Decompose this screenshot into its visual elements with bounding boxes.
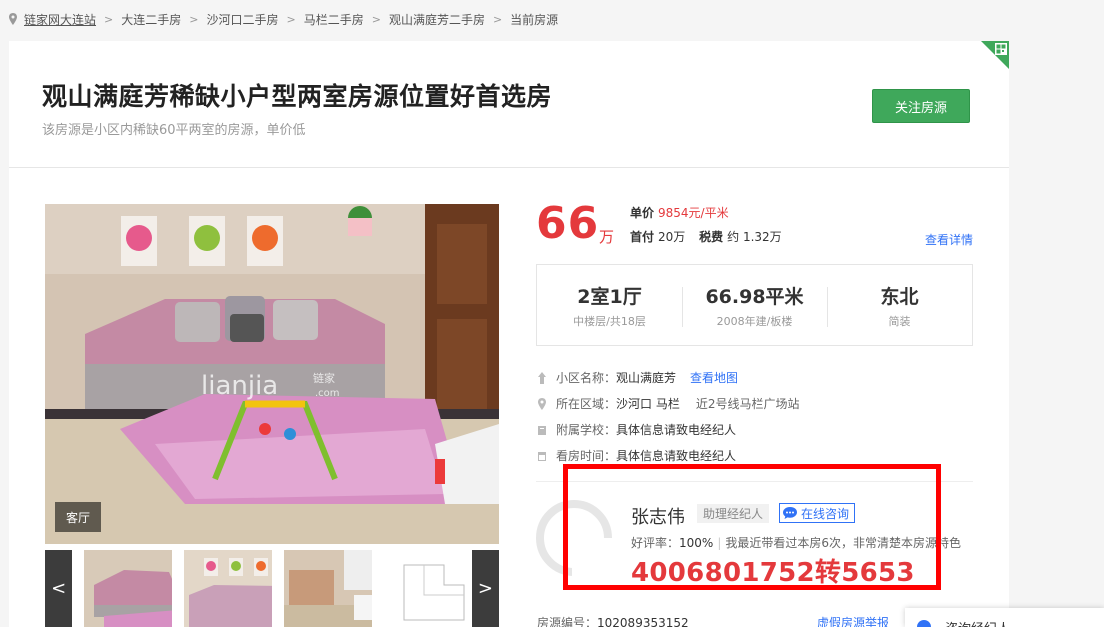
- thumbnail-item[interactable]: [383, 550, 472, 627]
- follow-listing-button[interactable]: 关注房源: [872, 89, 970, 123]
- location-icon: [538, 397, 546, 410]
- info-viewing-label: 看房时间：: [556, 449, 617, 463]
- location-pin-icon: [9, 13, 17, 25]
- breadcrumb-item-city[interactable]: 大连二手房: [121, 11, 181, 28]
- breadcrumb-item-area[interactable]: 马栏二手房: [304, 11, 364, 28]
- thumbnail-item[interactable]: [284, 550, 372, 627]
- thumbnail-next-button[interactable]: >: [471, 550, 500, 627]
- total-price: 66: [536, 198, 600, 249]
- stat-layout: 2室1厅 中楼层/共18层: [537, 265, 682, 345]
- watermark-url: .com: [315, 388, 340, 399]
- watermark-text-cn: 链家: [313, 371, 335, 385]
- unit-price-label: 单价: [630, 206, 655, 220]
- down-payment-value: 20万: [658, 230, 686, 244]
- info-community: 小区名称： 观山满庭芳 查看地图: [537, 369, 738, 386]
- watermark-text: lianjia: [201, 371, 278, 401]
- stat-area-detail: 2008年建/板楼: [716, 314, 793, 328]
- down-payment: 首付 20万 税费约 1.32万: [630, 228, 782, 245]
- stat-layout-detail: 中楼层/共18层: [573, 314, 646, 328]
- info-community-value[interactable]: 观山满庭芳: [616, 369, 676, 386]
- consult-icon: [917, 620, 931, 627]
- stat-area-value: 66.98平米: [705, 285, 804, 308]
- listing-header: 观山满庭芳稀缺小户型两室房源位置好首选房 该房源是小区内稀缺60平两室的房源，单…: [9, 41, 1009, 168]
- thumbnail-image: [284, 550, 372, 627]
- info-viewing: 看房时间： 具体信息请致电经纪人: [537, 447, 736, 464]
- thumbnail-item[interactable]: [184, 550, 273, 627]
- breadcrumb-item-site[interactable]: 链家网大连站: [24, 11, 96, 28]
- stat-layout-value: 2室1厅: [577, 285, 642, 308]
- view-details-link[interactable]: 查看详情: [925, 231, 973, 248]
- info-area-extra: 近2号线马栏广场站: [695, 397, 800, 411]
- info-viewing-value: 具体信息请致电经纪人: [616, 449, 737, 463]
- floating-consult-label: 咨询经纪人: [945, 618, 1010, 627]
- thumbnail-strip: < >: [45, 550, 500, 627]
- report-fake-listing-link[interactable]: 虚假房源举报: [817, 614, 889, 627]
- thumbnail-image: [84, 550, 173, 627]
- floorplan-image: [383, 550, 472, 627]
- property-stats: 2室1厅 中楼层/共18层 66.98平米 2008年建/板楼 东北 简装: [536, 264, 973, 346]
- main-photo[interactable]: lianjia 链家 .com: [45, 204, 499, 544]
- stat-orientation: 东北 简装: [827, 265, 972, 345]
- thumbnail-item[interactable]: [84, 550, 173, 627]
- room-tag: 客厅: [55, 502, 101, 532]
- thumbnail-prev-button[interactable]: <: [45, 550, 73, 627]
- breadcrumb-separator: >: [189, 12, 199, 26]
- page-subtitle: 该房源是小区内稀缺60平两室的房源，单价低: [42, 123, 306, 138]
- info-school-value: 具体信息请致电经纪人: [616, 423, 737, 437]
- floating-consult-widget[interactable]: 咨询经纪人: [905, 608, 1104, 627]
- listing-id-label: 房源编号：: [537, 616, 598, 627]
- highlight-annotation-box: [563, 464, 941, 590]
- breadcrumb-separator: >: [371, 12, 381, 26]
- unit-price-value: 9854元/平米: [658, 206, 729, 220]
- breadcrumb-separator: >: [286, 12, 296, 26]
- breadcrumb-item-district[interactable]: 沙河口二手房: [206, 11, 278, 28]
- breadcrumb-separator: >: [492, 12, 503, 26]
- total-price-unit: 万: [599, 228, 615, 246]
- stat-orientation-value: 东北: [880, 285, 919, 308]
- stat-orientation-detail: 简装: [888, 314, 911, 328]
- listing-id: 房源编号：102089353152: [537, 614, 689, 627]
- info-school-label: 附属学校：: [556, 423, 617, 437]
- breadcrumb: 链家网大连站 > 大连二手房 > 沙河口二手房 > 马栏二手房 > 观山满庭芳二…: [8, 10, 558, 28]
- tax-label: 税费: [699, 230, 724, 244]
- calendar-icon: [538, 451, 546, 461]
- view-map-link[interactable]: 查看地图: [690, 369, 738, 386]
- info-school: 附属学校： 具体信息请致电经纪人: [537, 421, 736, 438]
- info-area-value[interactable]: 沙河口 马栏: [616, 395, 680, 412]
- down-payment-label: 首付: [630, 230, 655, 244]
- unit-price: 单价 9854元/平米: [630, 204, 729, 221]
- page-title: 观山满庭芳稀缺小户型两室房源位置好首选房: [42, 82, 553, 111]
- community-icon: [538, 371, 546, 384]
- living-room-image: lianjia 链家 .com: [45, 204, 499, 544]
- breadcrumb-separator: >: [104, 12, 114, 26]
- tax-value: 约 1.32万: [727, 230, 782, 244]
- school-icon: [538, 425, 546, 435]
- info-community-label: 小区名称：: [556, 371, 617, 385]
- breadcrumb-item-current: 当前房源: [510, 12, 559, 27]
- listing-id-value: 102089353152: [597, 616, 689, 627]
- stat-area: 66.98平米 2008年建/板楼: [682, 265, 827, 345]
- breadcrumb-item-community[interactable]: 观山满庭芳二手房: [389, 11, 485, 28]
- info-area: 所在区域： 沙河口 马栏 近2号线马栏广场站: [537, 395, 799, 412]
- thumbnail-image: [184, 550, 273, 627]
- qr-code-icon[interactable]: [981, 41, 1009, 69]
- info-area-label: 所在区域：: [556, 397, 617, 411]
